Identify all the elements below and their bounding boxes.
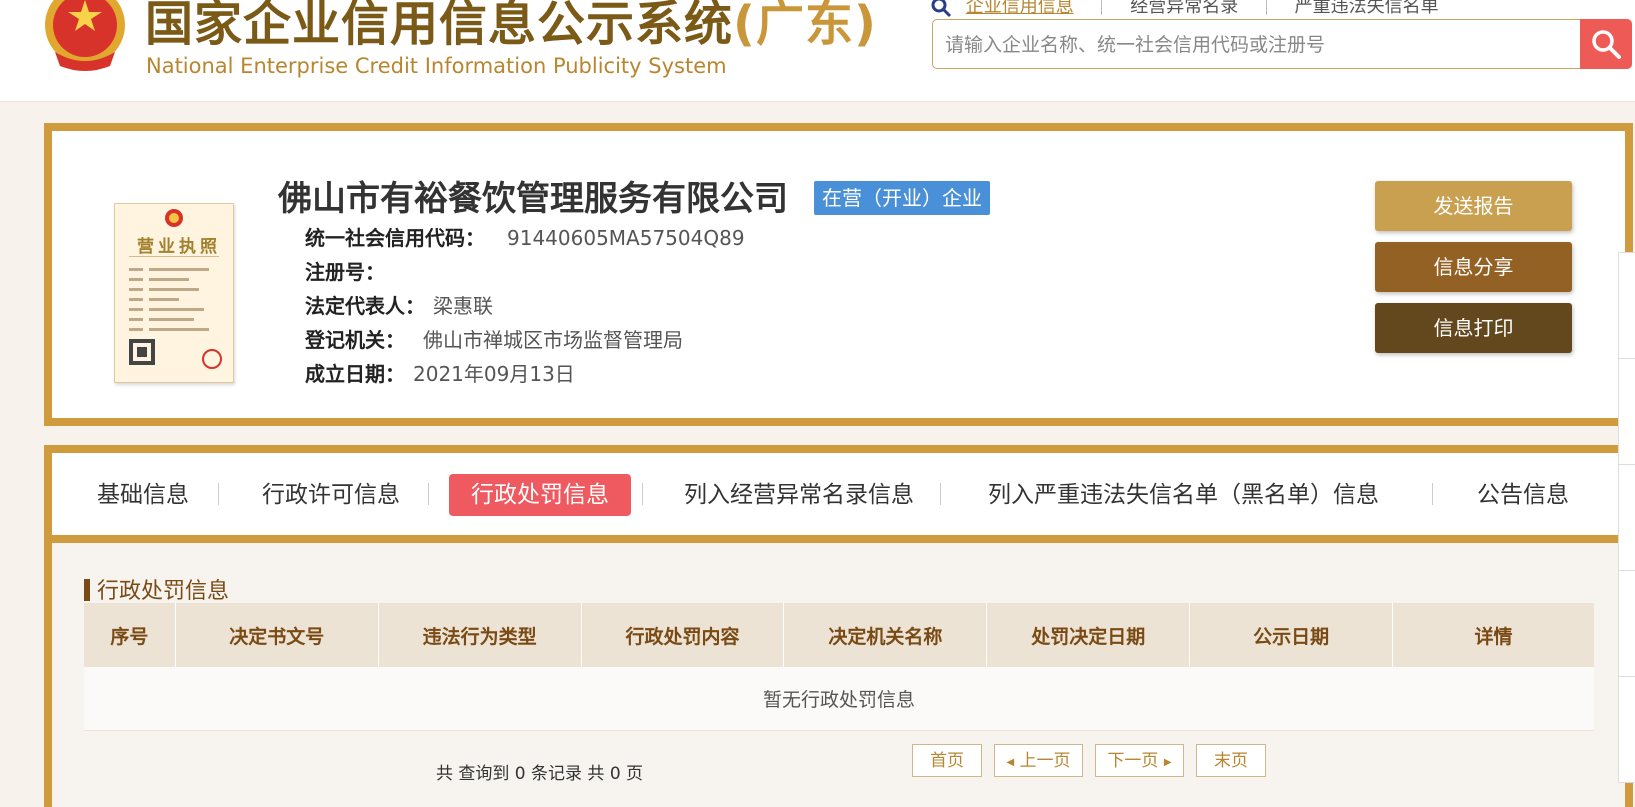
info-credit-code: 统一社会信用代码： 91440605MA57504Q89 (305, 222, 745, 251)
info-reg-number: 注册号： (305, 256, 385, 285)
first-page-button[interactable]: 首页 (912, 744, 982, 777)
send-report-button[interactable]: 发送报告 (1375, 181, 1572, 231)
side-float-bar[interactable] (1618, 570, 1635, 677)
last-page-button[interactable]: 末页 (1196, 744, 1266, 777)
info-label: 注册号： (305, 260, 385, 284)
info-established-date: 成立日期： 2021年09月13日 (305, 358, 575, 387)
site-header: 国家企业信用信息公示系统(广东) National Enterprise Cre… (0, 0, 1635, 102)
top-nav: 企业信用信息 经营异常名录 严重违法失信名单 (930, 0, 1439, 18)
section-title: 行政处罚信息 (84, 573, 229, 605)
side-float-bar[interactable] (1618, 464, 1635, 571)
info-label: 统一社会信用代码： (305, 226, 485, 250)
penalty-table: 序号 决定书文号 违法行为类型 行政处罚内容 决定机关名称 处罚决定日期 公示日… (84, 603, 1594, 731)
detail-panel: 基础信息 行政许可信息 行政处罚信息 列入经营异常名录信息 列入严重违法失信名单… (44, 445, 1633, 807)
caret-right-icon: ▶ (1163, 757, 1172, 768)
side-float-bar[interactable] (1618, 358, 1635, 465)
tab-divider (428, 483, 429, 505)
info-value: 佛山市禅城区市场监督管理局 (423, 328, 683, 352)
table-row: 暂无行政处罚信息 (84, 667, 1594, 731)
nav-enterprise-credit[interactable]: 企业信用信息 (966, 0, 1074, 17)
tab-blacklist[interactable]: 列入严重违法失信名单（黑名单）信息 (988, 474, 1379, 516)
magnifier-icon (1592, 30, 1621, 59)
tab-announcements[interactable]: 公告信息 (1477, 474, 1569, 516)
national-emblem-icon (40, 0, 130, 75)
status-badge: 在营（开业）企业 (814, 181, 990, 215)
license-title: 营业执照 (137, 237, 221, 257)
nav-divider (1265, 0, 1267, 15)
tab-divider (642, 483, 643, 505)
section-marker (84, 579, 90, 601)
next-page-button[interactable]: 下一页 ▶ (1095, 744, 1184, 777)
column-header: 违法行为类型 (378, 603, 582, 667)
nav-blacklist[interactable]: 严重违法失信名单 (1295, 0, 1439, 17)
company-card: 营业执照 佛山市有裕餐饮管理服务有限公司 在营（开业）企业 统一社会信用代码： 9… (44, 123, 1633, 426)
info-value: 2021年09月13日 (413, 362, 575, 386)
column-header: 序号 (84, 603, 176, 667)
column-header: 处罚决定日期 (986, 603, 1191, 667)
share-info-button[interactable]: 信息分享 (1375, 242, 1572, 292)
print-info-button[interactable]: 信息打印 (1375, 303, 1572, 353)
tab-basic-info[interactable]: 基础信息 (97, 474, 189, 516)
caret-left-icon: ◀ (1006, 757, 1015, 768)
tab-admin-penalty[interactable]: 行政处罚信息 (449, 474, 631, 516)
info-label: 法定代表人： (305, 294, 425, 318)
site-title: 国家企业信用信息公示系统(广东) (145, 0, 877, 52)
info-legal-rep: 法定代表人： 梁惠联 (305, 290, 493, 319)
empty-message: 暂无行政处罚信息 (84, 667, 1594, 731)
prev-page-button[interactable]: ◀ 上一页 (994, 744, 1083, 777)
tab-bar: 基础信息 行政许可信息 行政处罚信息 列入经营异常名录信息 列入严重违法失信名单… (52, 453, 1625, 543)
tab-divider (940, 483, 941, 505)
license-icon (129, 209, 222, 369)
column-header: 决定书文号 (175, 603, 379, 667)
tab-abnormal-list[interactable]: 列入经营异常名录信息 (684, 474, 914, 516)
site-subtitle: National Enterprise Credit Information P… (146, 54, 727, 78)
info-label: 成立日期： (305, 362, 405, 386)
info-value: 91440605MA57504Q89 (507, 226, 745, 250)
search-icon (930, 0, 952, 18)
info-registration-authority: 登记机关： 佛山市禅城区市场监督管理局 (305, 324, 683, 353)
tab-divider (218, 483, 219, 505)
tab-divider (1432, 483, 1433, 505)
nav-divider (1101, 0, 1103, 15)
search-button[interactable] (1580, 19, 1632, 69)
info-label: 登记机关： (305, 328, 405, 352)
nav-abnormal-list[interactable]: 经营异常名录 (1130, 0, 1238, 17)
column-header: 行政处罚内容 (581, 603, 785, 667)
column-header: 公示日期 (1189, 603, 1394, 667)
column-header: 决定机关名称 (783, 603, 988, 667)
business-license-image[interactable]: 营业执照 (114, 203, 234, 383)
search-input[interactable] (943, 28, 1567, 62)
side-float-bar[interactable] (1618, 252, 1635, 359)
pagination-info: 共 查询到 0 条记录 共 0 页 (436, 764, 644, 784)
search-box (932, 19, 1632, 69)
company-name: 佛山市有裕餐饮管理服务有限公司 (278, 179, 788, 219)
side-float-bar[interactable] (1618, 676, 1635, 783)
tab-admin-license[interactable]: 行政许可信息 (262, 474, 400, 516)
column-header: 详情 (1392, 603, 1594, 667)
info-value: 梁惠联 (433, 294, 493, 318)
table-header-row: 序号 决定书文号 违法行为类型 行政处罚内容 决定机关名称 处罚决定日期 公示日… (84, 603, 1594, 667)
